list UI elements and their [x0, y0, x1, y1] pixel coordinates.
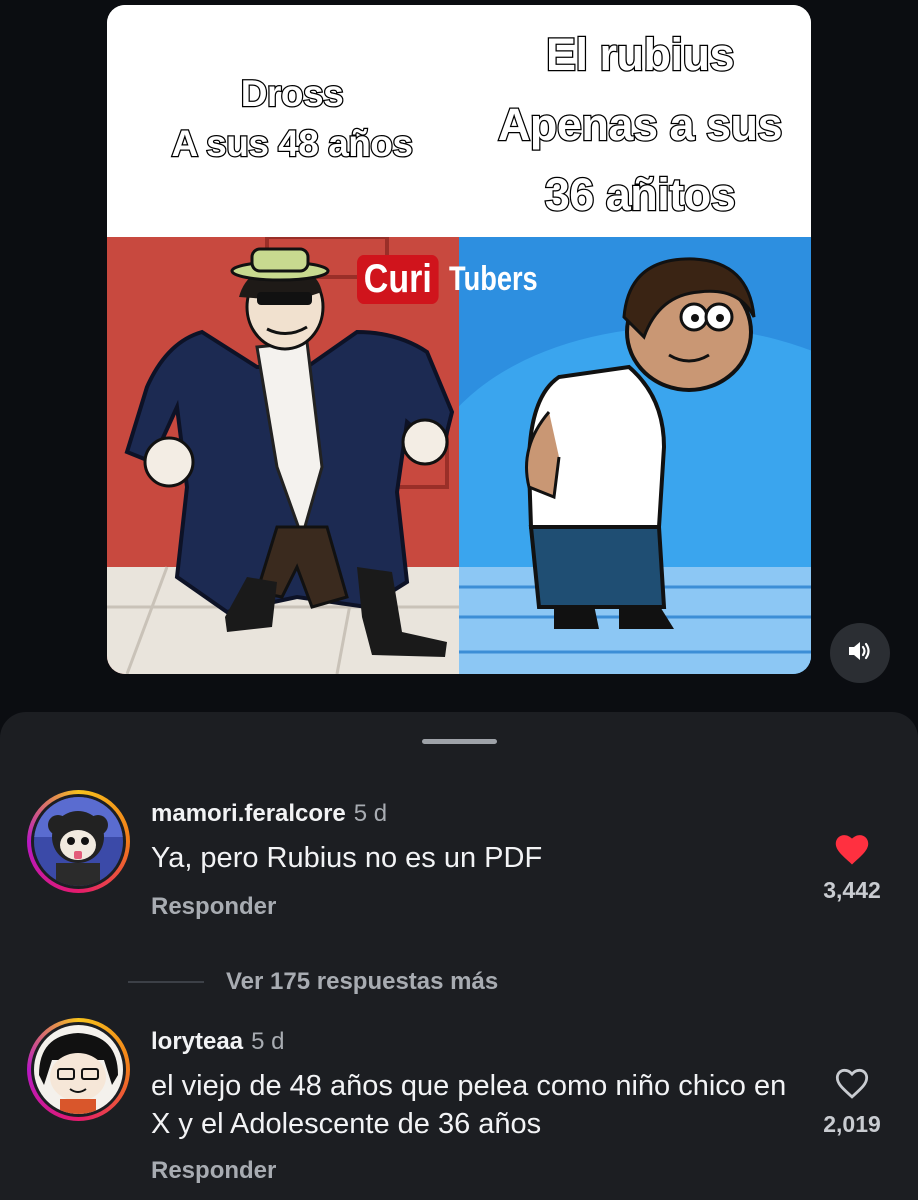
- reply-button[interactable]: Responder: [151, 893, 276, 921]
- meme-caption-band: Dross A sus 48 años El rubius Apenas a s…: [107, 5, 811, 237]
- avatar-story-ring[interactable]: [27, 1018, 130, 1121]
- comment-text: el viejo de 48 años que pelea como niño …: [151, 1070, 787, 1140]
- sheet-drag-handle[interactable]: [422, 739, 497, 744]
- view-more-replies-label[interactable]: Ver 175 respuestas más: [226, 968, 498, 996]
- avatar: [34, 1025, 123, 1114]
- comment-timestamp: 5 d: [353, 800, 388, 827]
- avatar-story-ring[interactable]: [27, 790, 130, 893]
- caption-left-line2: A sus 48 años: [170, 122, 414, 166]
- heart-filled-icon: [833, 835, 871, 870]
- watermark-curi: Curi: [357, 255, 439, 304]
- comment-username[interactable]: loryteaa 5 d: [151, 1028, 284, 1056]
- watermark-tubers: Tubers: [449, 260, 538, 298]
- caption-right-line1: El rubius: [545, 28, 736, 82]
- comment-timestamp: 5 d: [251, 1028, 285, 1055]
- view-more-replies[interactable]: Ver 175 respuestas más: [128, 968, 498, 996]
- caption-right-line2: Apenas a sus: [497, 98, 784, 152]
- reply-button[interactable]: Responder: [151, 1157, 276, 1185]
- like-button[interactable]: 3,442: [812, 832, 892, 904]
- like-count: 3,442: [823, 877, 881, 903]
- caption-right: El rubius Apenas a sus 36 añitos: [457, 20, 811, 230]
- avatar: [34, 797, 123, 886]
- replies-divider-line: [128, 981, 204, 983]
- heart-outline-icon: [833, 1068, 871, 1104]
- curitubers-watermark: Curi Tubers: [357, 255, 560, 304]
- like-count: 2,019: [823, 1111, 881, 1137]
- sound-toggle-button[interactable]: [830, 623, 890, 683]
- comment-username[interactable]: mamori.feralcore 5 d: [151, 800, 387, 828]
- speaker-icon: [847, 640, 873, 667]
- like-button[interactable]: 2,019: [812, 1066, 892, 1138]
- caption-left-line1: Dross: [240, 72, 345, 116]
- comments-sheet: mamori.feralcore 5 d Ya, pero Rubius no e…: [0, 712, 918, 1200]
- caption-left: Dross A sus 48 años: [127, 69, 457, 169]
- post-video[interactable]: Dross A sus 48 años El rubius Apenas a s…: [107, 5, 811, 674]
- comment-text: Ya, pero Rubius no es un PDF: [151, 842, 543, 874]
- caption-right-line3: 36 añitos: [543, 168, 737, 222]
